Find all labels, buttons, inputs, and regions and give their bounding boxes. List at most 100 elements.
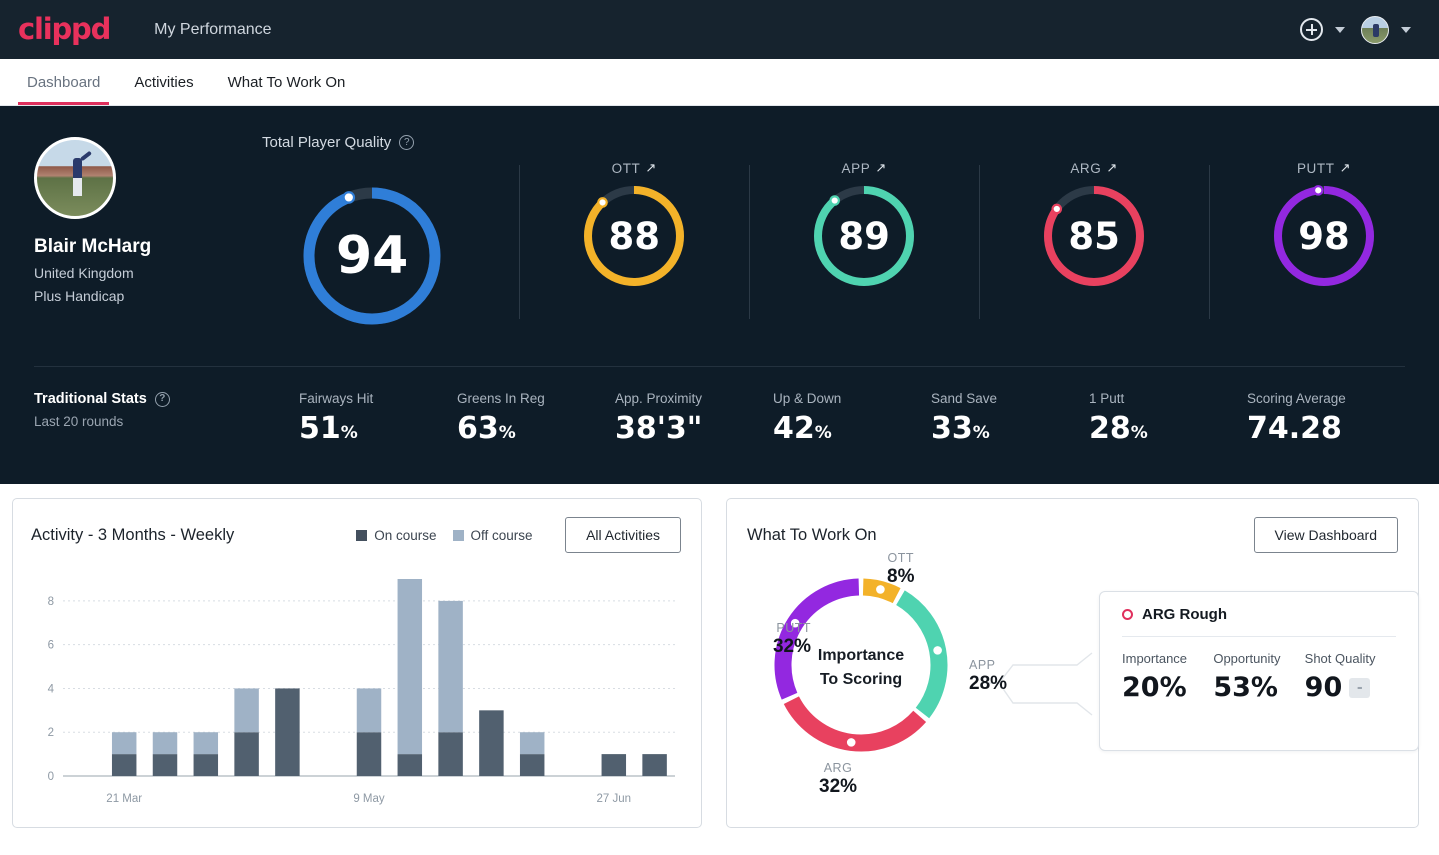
detail-card-title: ARG Rough <box>1142 606 1227 623</box>
tab-dashboard[interactable]: Dashboard <box>10 59 117 105</box>
bar-on-course[interactable] <box>356 732 382 776</box>
donut-marker-ott[interactable] <box>873 582 888 597</box>
gauge-ring: 85 <box>1035 177 1153 295</box>
stat-value: 33% <box>931 411 990 446</box>
activity-legend: On course Off course <box>356 527 533 543</box>
donut-label-ott-value: 8% <box>887 566 915 587</box>
user-avatar-icon[interactable] <box>1361 15 1389 44</box>
view-dashboard-button[interactable]: View Dashboard <box>1253 517 1398 553</box>
gauge-app[interactable]: APP ↗ 89 <box>749 159 979 335</box>
what-to-work-on-card: What To Work On View Dashboard Importanc… <box>726 498 1419 828</box>
activity-bar-chart[interactable]: 0 2 4 6 8 21 Mar 9 May 27 Jun <box>31 571 681 816</box>
tab-what-to-work-on[interactable]: What To Work On <box>211 59 363 105</box>
gauge-caption: APP ↗ <box>842 159 887 177</box>
player-avatar[interactable] <box>34 137 116 219</box>
stat-scoring-average: Scoring Average 74.28 <box>1247 391 1405 445</box>
gauge-caption: OTT ↗ <box>612 159 657 177</box>
question-mark-icon-stats[interactable]: ? <box>154 391 170 407</box>
donut-svg <box>774 578 948 752</box>
donut-label-arg: ARG 32% <box>819 761 857 798</box>
y-axis-tick: 2 <box>48 727 54 739</box>
donut-marker-app[interactable] <box>930 643 945 658</box>
tab-bar: Dashboard Activities What To Work On <box>0 59 1439 106</box>
bar-off-course[interactable] <box>111 732 137 755</box>
stat-unit: % <box>814 423 832 443</box>
stat-label: Sand Save <box>931 391 998 406</box>
detail-stat-opportunity: Opportunity 53% <box>1213 651 1304 703</box>
gauge-total[interactable]: 94 <box>225 159 519 335</box>
donut-label-putt-value: 32% <box>772 636 811 657</box>
wtwo-body: Importance To Scoring OTT 8% APP 28% ARG… <box>747 551 1419 823</box>
stat-items: Fairways Hit 51% Greens In Reg 63% App. Prox… <box>299 391 1405 445</box>
stat-sand-save: Sand Save 33% <box>931 391 1089 445</box>
gauge-value: 85 <box>1068 214 1120 258</box>
bar-off-course[interactable] <box>519 732 545 755</box>
total-player-quality-header: Total Player Quality ? <box>262 134 1439 151</box>
clippd-logo[interactable]: clippd <box>18 15 111 44</box>
bar-on-course[interactable] <box>642 754 667 776</box>
donut-marker-arg[interactable] <box>844 735 858 750</box>
plus-circle-icon[interactable] <box>1300 18 1323 41</box>
shot-quality-badge: - <box>1349 677 1371 698</box>
gauge-ott[interactable]: OTT ↗ 88 <box>519 159 749 335</box>
bar-on-course[interactable] <box>397 754 423 776</box>
bar-on-course[interactable] <box>519 754 545 776</box>
total-player-quality-label: Total Player Quality <box>262 134 392 151</box>
legend-swatch-off-course <box>452 529 464 541</box>
stat-label: App. Proximity <box>615 391 703 406</box>
activity-title: Activity - 3 Months - Weekly <box>31 525 235 544</box>
all-activities-button[interactable]: All Activities <box>565 517 681 553</box>
bar-off-course[interactable] <box>193 732 219 755</box>
gauge-ring: 88 <box>575 177 693 295</box>
importance-donut[interactable]: Importance To Scoring <box>757 561 965 774</box>
legend-on-course: On course <box>356 528 437 543</box>
activity-card-header: Activity - 3 Months - Weekly On course O… <box>31 517 681 553</box>
gauge-value: 98 <box>1298 214 1350 258</box>
bar-on-course[interactable] <box>111 754 137 776</box>
bar-on-course[interactable] <box>479 710 504 776</box>
bar-off-course[interactable] <box>397 579 423 755</box>
nav-title[interactable]: My Performance <box>154 21 271 39</box>
stat-value: 74.28 <box>1247 411 1342 446</box>
bar-on-course[interactable] <box>275 688 300 776</box>
stat-unit: % <box>972 423 990 443</box>
legend-label-off-course: Off course <box>470 527 533 543</box>
bar-on-course[interactable] <box>193 754 219 776</box>
chevron-down-icon-add[interactable] <box>1335 26 1345 33</box>
gauge-label: ARG <box>1070 160 1102 176</box>
gauge-putt[interactable]: PUTT ↗ 98 <box>1209 159 1439 335</box>
bar-on-course[interactable] <box>438 732 463 776</box>
gauge-label: PUTT <box>1296 160 1335 176</box>
bar-on-course[interactable] <box>152 754 178 776</box>
bar-chart-svg: 0 2 4 6 8 21 Mar 9 May 27 Jun <box>48 579 675 805</box>
y-axis-tick: 4 <box>48 683 55 695</box>
donut-segment-arg[interactable] <box>783 696 927 752</box>
stat-value: 42% <box>773 411 832 446</box>
donut-label-ott: OTT 8% <box>887 551 914 588</box>
wtwo-title: What To Work On <box>747 525 877 544</box>
donut-label-putt-key: PUTT <box>776 621 811 635</box>
donut-label-arg-key: ARG <box>823 761 853 775</box>
activity-card: Activity - 3 Months - Weekly On course O… <box>12 498 702 828</box>
question-mark-icon[interactable]: ? <box>399 135 415 150</box>
bar-off-course[interactable] <box>356 688 382 733</box>
bar-off-course[interactable] <box>438 600 463 733</box>
gauge-value: 89 <box>838 214 890 258</box>
detail-card[interactable]: ARG Rough Importance 20% Opportunity 53%… <box>1099 591 1419 751</box>
stat-value: 63% <box>457 411 516 446</box>
detail-card-stats: Importance 20% Opportunity 53% Shot Qual… <box>1122 651 1396 703</box>
stat-fairways-hit: Fairways Hit 51% <box>299 391 457 445</box>
bar-on-course[interactable] <box>601 754 627 776</box>
detail-stat-shot-quality: Shot Quality 90 - <box>1305 651 1396 703</box>
stat-value: 38'3" <box>615 411 703 446</box>
bar-off-course[interactable] <box>152 732 178 755</box>
quality-gauges: 94 OTT ↗ 88 APP ↗ 89 ARG ↗ 85 PUTT ↗ 98 <box>225 159 1439 335</box>
stat-label: 1 Putt <box>1089 391 1125 406</box>
gauge-arg[interactable]: ARG ↗ 85 <box>979 159 1209 335</box>
bar-off-course[interactable] <box>234 688 259 733</box>
tab-activities[interactable]: Activities <box>117 59 210 105</box>
bar-on-course[interactable] <box>234 732 259 776</box>
bottom-panels: Activity - 3 Months - Weekly On course O… <box>0 484 1439 828</box>
chevron-down-icon-user[interactable] <box>1401 26 1411 33</box>
stat-unit: % <box>340 423 358 443</box>
